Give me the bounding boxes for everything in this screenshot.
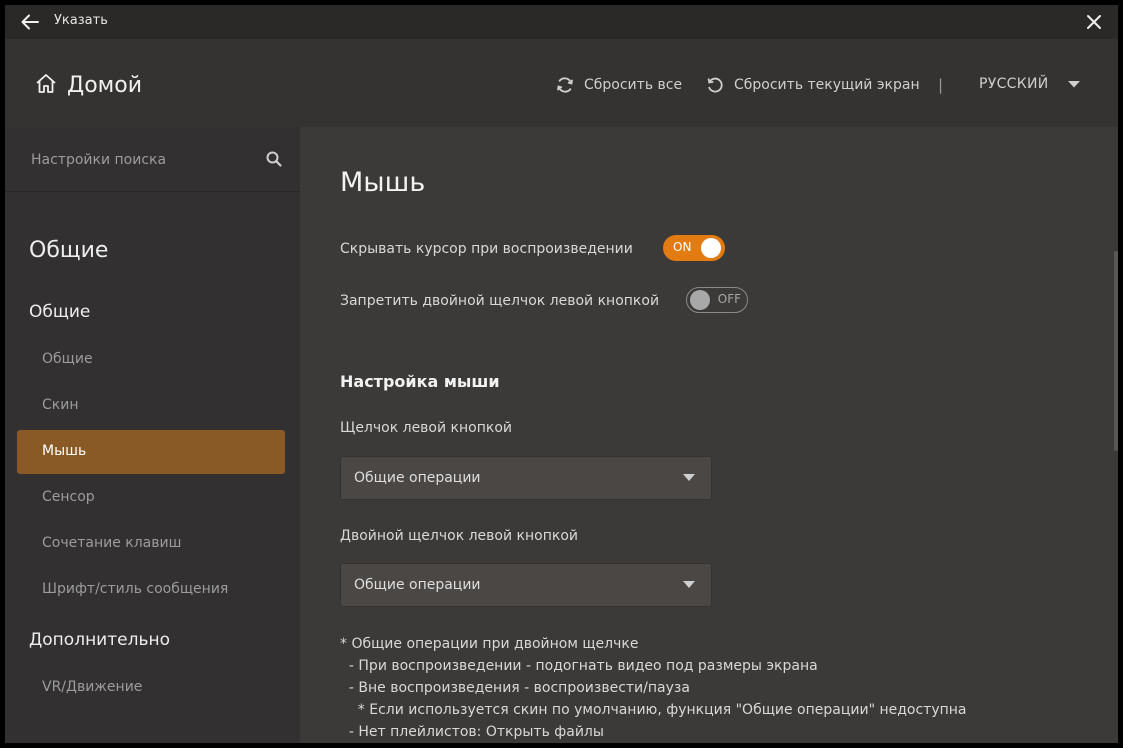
main-panel: Мышь Скрывать курсор при воспроизведении… [300,127,1118,743]
reset-screen-button[interactable]: Сбросить текущий экран [705,75,920,95]
refresh-icon [557,77,573,93]
note-line: - Вне воспроизведения - воспроизвести/па… [340,680,690,696]
caret-down-icon [683,581,695,588]
search-input[interactable] [29,147,253,173]
toggle-state-label: ON [673,240,692,254]
home-icon[interactable] [34,72,58,96]
page-title: Мышь [340,167,426,198]
reset-all-label: Сбросить все [584,77,683,93]
disable-double-click-label: Запретить двойной щелчок левой кнопкой [340,293,660,309]
window-title: Указать [54,13,108,28]
double-click-select[interactable]: Общие операции [340,563,712,607]
left-click-label: Щелчок левой кнопкой [340,420,512,436]
header: Домой Сбросить все Сбросить текущий экра… [5,39,1118,127]
reset-all-button[interactable]: Сбросить все [555,75,682,95]
sidebar-item-mouse[interactable]: Мышь [17,430,285,474]
note-line: - При воспроизведении - подогнать видео … [340,658,818,674]
sidebar: Общие Общие Общие Скин Мышь Сенсор Сочет… [5,127,300,743]
double-click-value: Общие операции [354,577,481,593]
toggle-knob [701,238,721,258]
sidebar-heading: Общие [29,238,109,263]
caret-down-icon [683,474,695,481]
scrollbar[interactable] [1114,251,1118,451]
sidebar-item-label: Мышь [42,443,87,459]
note-line: * Если используется скин по умолчанию, ф… [340,702,967,718]
caret-down-icon [1067,81,1080,88]
close-icon[interactable] [1084,12,1104,32]
sidebar-group-advanced[interactable]: Дополнительно [29,630,170,650]
toggle-knob [690,290,710,310]
title-bar: Указать [5,5,1118,39]
note-line: * Общие операции при двойном щелчке [340,636,639,652]
sidebar-item-vr-motion[interactable]: VR/Движение [17,666,285,710]
reset-screen-label: Сбросить текущий экран [734,77,920,93]
sidebar-item-label: Шрифт/стиль сообщения [42,581,229,597]
hide-cursor-toggle[interactable]: ON [663,235,725,261]
sidebar-item-label: Общие [42,351,93,367]
left-click-value: Общие операции [354,470,481,486]
search-row [5,127,300,192]
search-icon[interactable] [265,150,283,168]
disable-double-click-toggle[interactable]: OFF [686,287,748,313]
hide-cursor-label: Скрывать курсор при воспроизведении [340,241,633,257]
sidebar-item-touch[interactable]: Сенсор [17,476,285,520]
back-arrow-icon[interactable] [19,11,41,33]
sidebar-group-general[interactable]: Общие [29,302,90,322]
sidebar-item-shortcuts[interactable]: Сочетание клавиш [17,522,285,566]
double-click-label: Двойной щелчок левой кнопкой [340,528,578,544]
settings-window: Указать Домой Сбросить все Сбросить теку… [5,5,1118,743]
sidebar-item-label: Скин [42,397,79,413]
sidebar-item-skin[interactable]: Скин [17,384,285,428]
sidebar-item-font-style[interactable]: Шрифт/стиль сообщения [17,568,285,612]
sidebar-item-general[interactable]: Общие [17,338,285,382]
sidebar-item-label: Сенсор [42,489,95,505]
left-click-select[interactable]: Общие операции [340,456,712,500]
home-title[interactable]: Домой [67,73,142,98]
section-title: Настройка мыши [340,372,500,391]
language-dropdown[interactable]: РУССКИЙ [979,76,1081,92]
sidebar-item-label: Сочетание клавиш [42,535,182,551]
language-label: РУССКИЙ [979,76,1049,92]
sidebar-item-label: VR/Движение [42,679,143,695]
toggle-state-label: OFF [717,292,741,306]
undo-icon [707,77,723,93]
header-separator: | [938,76,944,94]
note-line: - Нет плейлистов: Открыть файлы [340,724,604,740]
